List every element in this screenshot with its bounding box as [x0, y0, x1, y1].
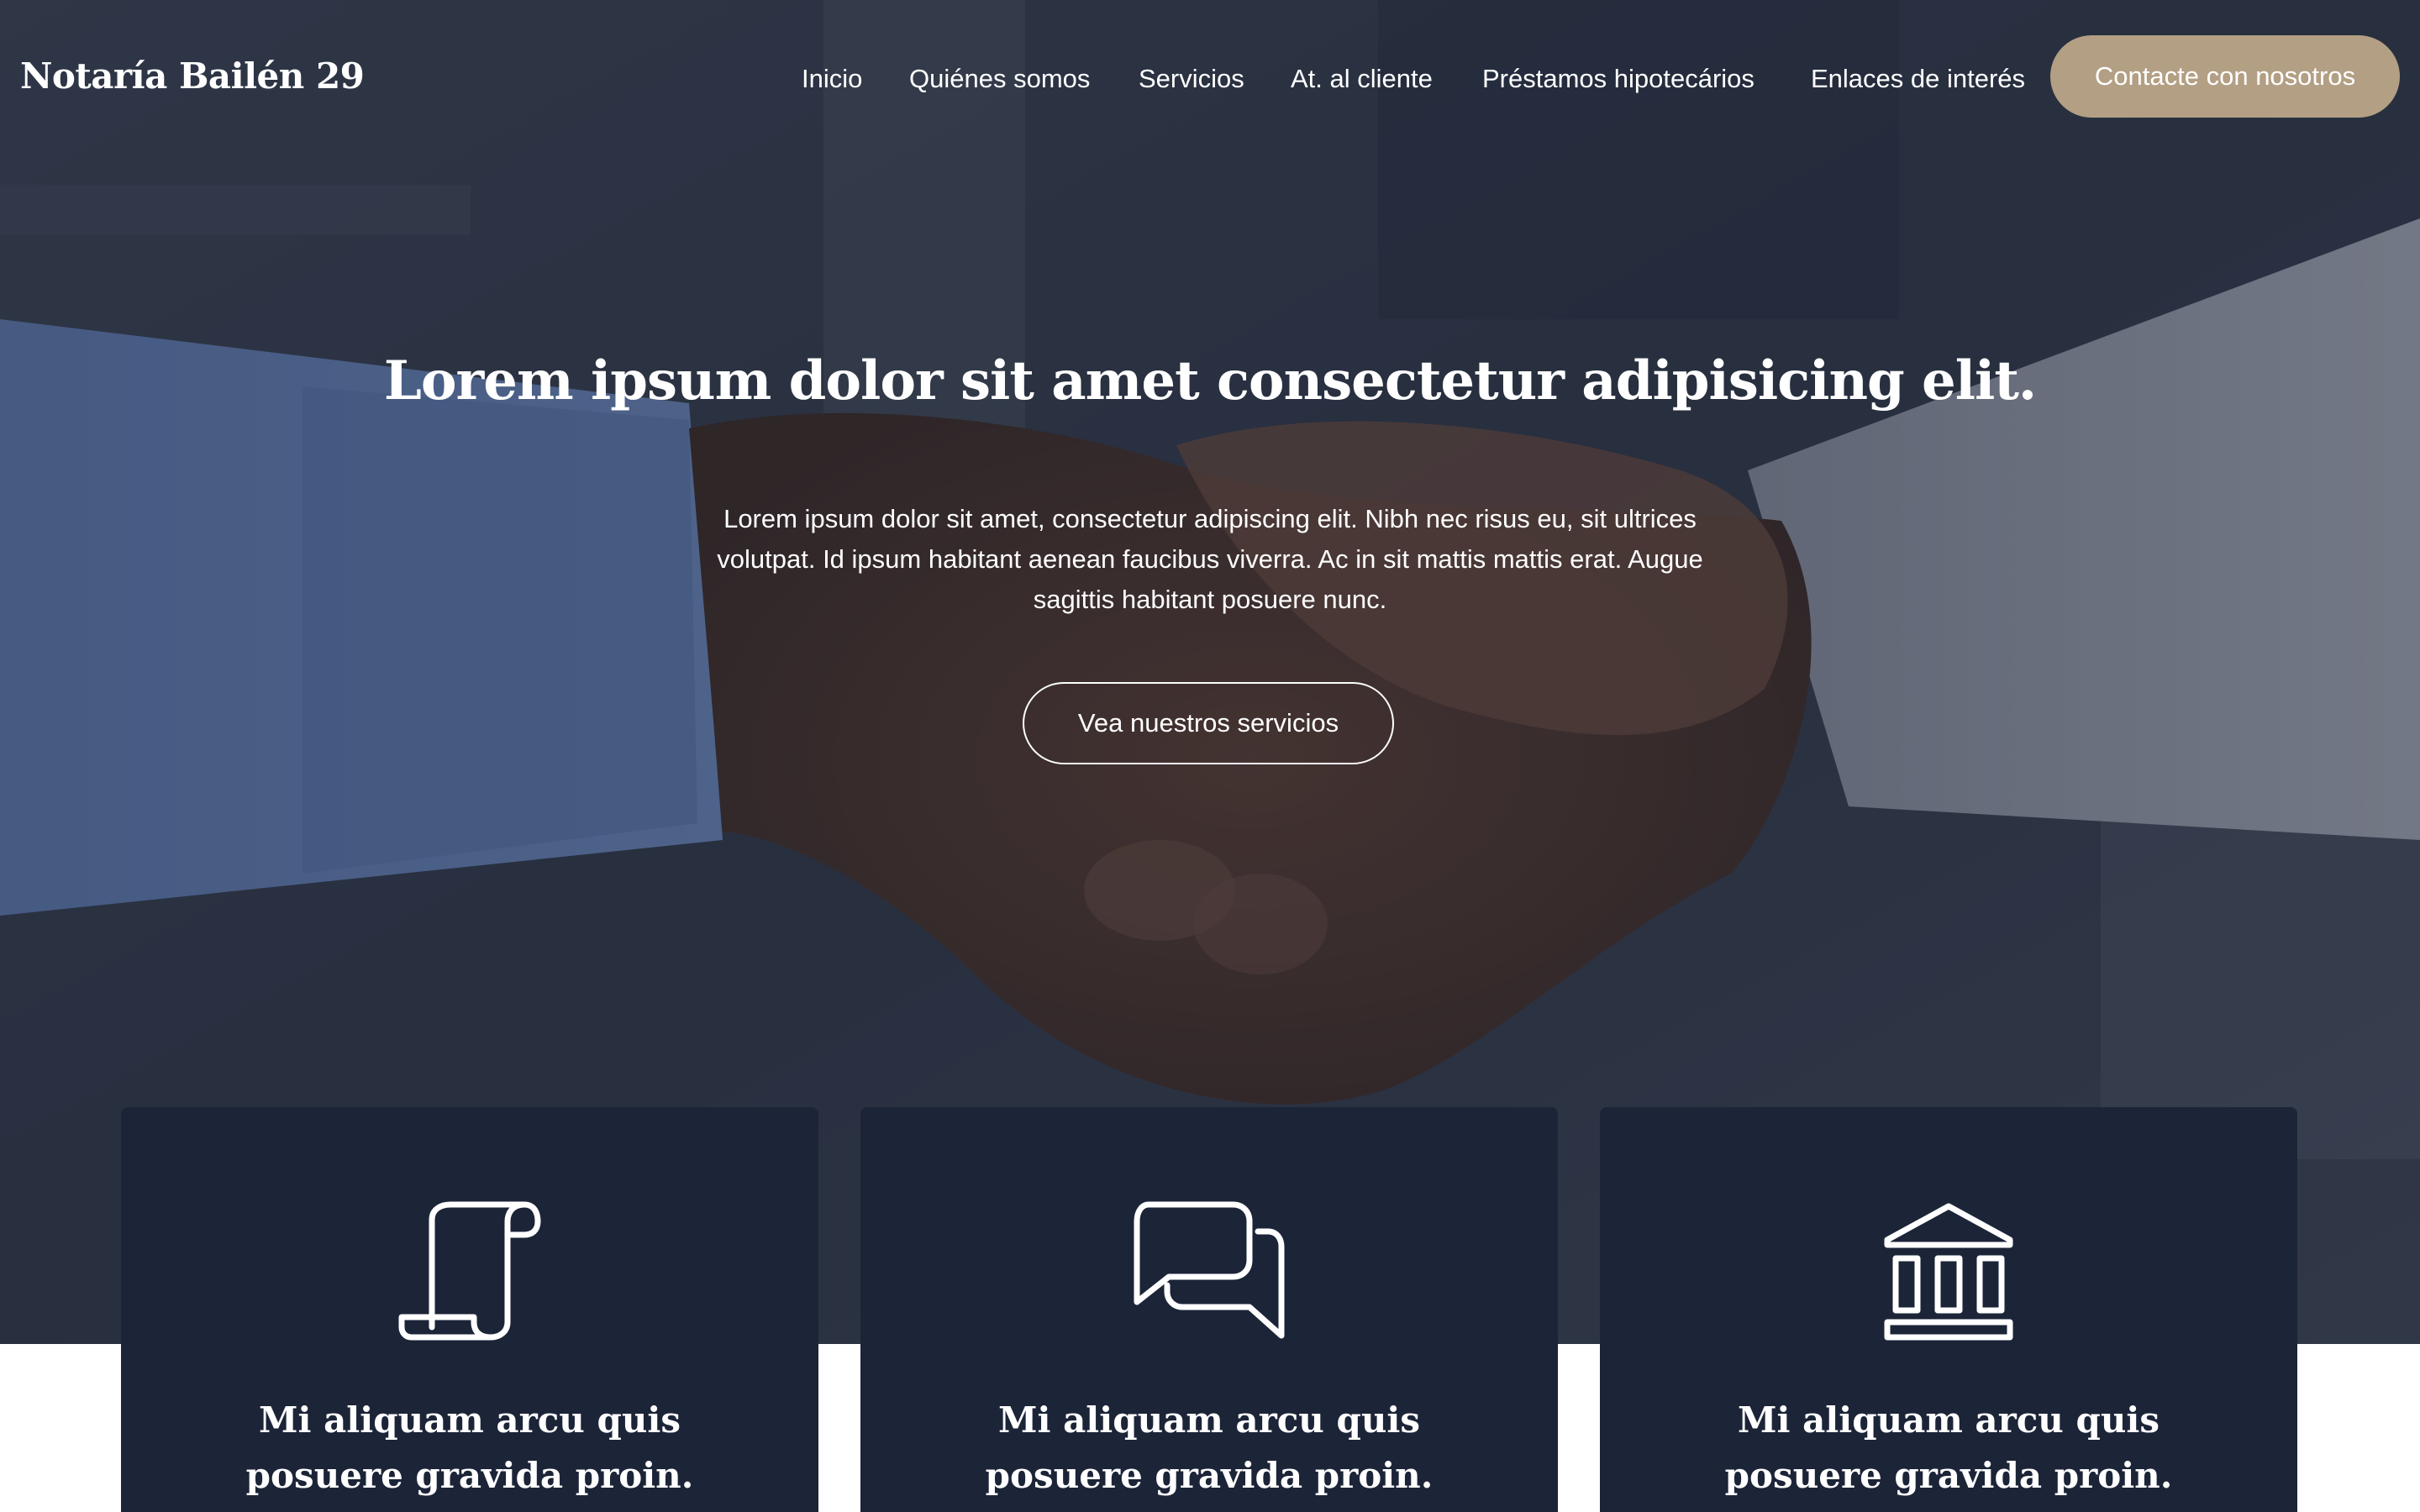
nav-item-enlaces-interes[interactable]: Enlaces de interés [1811, 64, 2025, 94]
contact-button[interactable]: Contacte con nosotros [2050, 35, 2400, 118]
bank-building-icon [1600, 1201, 2297, 1341]
chat-bubbles-icon [860, 1201, 1558, 1341]
feature-card[interactable]: Mi aliquam arcu quis posuere gravida pro… [860, 1107, 1558, 1512]
services-button[interactable]: Vea nuestros servicios [1023, 682, 1394, 764]
nav-item-servicios[interactable]: Servicios [1139, 64, 1244, 94]
card-title: Mi aliquam arcu quis posuere gravida pro… [1724, 1399, 2173, 1496]
feature-card[interactable]: Mi aliquam arcu quis posuere gravida pro… [1600, 1107, 2297, 1512]
nav-item-quienes-somos[interactable]: Quiénes somos [909, 64, 1090, 94]
card-title: Mi aliquam arcu quis posuere gravida pro… [245, 1399, 694, 1496]
nav-item-prestamos-hipotecarios[interactable]: Préstamos hipotecários [1482, 64, 1754, 94]
nav-item-atencion-cliente[interactable]: At. al cliente [1291, 64, 1433, 94]
card-title: Mi aliquam arcu quis posuere gravida pro… [985, 1399, 1434, 1496]
scroll-icon [121, 1201, 818, 1341]
nav-item-inicio[interactable]: Inicio [802, 64, 862, 94]
site-logo[interactable]: Notaría Bailén 29 [20, 55, 365, 97]
hero-description: Lorem ipsum dolor sit amet, consectetur … [717, 504, 1703, 614]
hero-title: Lorem ipsum dolor sit amet consectetur a… [383, 349, 2037, 412]
feature-card[interactable]: Mi aliquam arcu quis posuere gravida pro… [121, 1107, 818, 1512]
